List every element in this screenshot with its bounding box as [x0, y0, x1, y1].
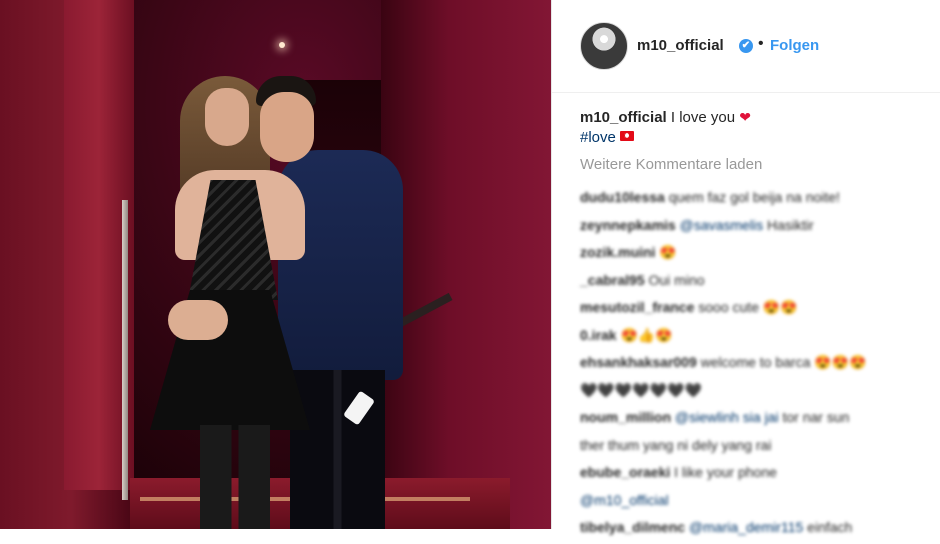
comment-text: quem faz gol beija na noite! — [668, 189, 840, 205]
post-caption: m10_official I love you ❤ — [580, 106, 920, 129]
comment-mention[interactable]: @maria_demir115 — [689, 519, 803, 535]
comment-emoji: 🖤🖤🖤🖤🖤🖤🖤 — [580, 381, 703, 398]
username-link[interactable]: m10_official — [637, 37, 724, 54]
comment-username[interactable]: tibelya_dilmenc — [580, 519, 685, 535]
comment-username[interactable]: zozik.muini — [580, 244, 655, 260]
comment-item: zozik.muini 😍 — [580, 241, 930, 263]
comment-item: _cabral95 Oui mino — [580, 269, 930, 291]
comment-item: tibelya_dilmenc @maria_demir115 einfach — [580, 516, 930, 538]
load-more-comments-button[interactable]: Weitere Kommentare laden — [580, 156, 762, 173]
turkey-flag-icon — [619, 131, 634, 141]
comment-item: dudu10lessa quem faz gol beija na noite! — [580, 186, 930, 208]
comment-text: Oui mino — [648, 271, 705, 288]
post-side-panel: m10_official ✔ • Folgen m10_official I l… — [551, 0, 940, 535]
photo-ceiling-light — [279, 42, 285, 48]
follow-button[interactable]: Folgen — [770, 37, 819, 54]
caption-text: I love you — [670, 109, 736, 126]
separator-dot: • — [758, 35, 764, 52]
caption-hashtag-line: #love — [580, 127, 634, 149]
comment-text: einfach — [807, 519, 853, 535]
comment-text: Hasiktir — [766, 216, 814, 233]
comment-text: sooo cute — [698, 299, 759, 315]
comment-username[interactable]: _cabral95 — [580, 272, 645, 288]
comment-mention[interactable]: @savasmelis — [680, 217, 763, 233]
comment-username[interactable]: 0.irak — [580, 327, 617, 343]
photo-man-legs — [290, 370, 385, 529]
photo-rail — [122, 200, 128, 500]
hashtag-link[interactable]: #love — [580, 129, 616, 146]
comment-item: ehsankhaksar009 welcome to barca 😍😍😍 — [580, 351, 930, 373]
comment-username[interactable]: ebube_oraeki — [580, 464, 670, 480]
comment-item: zeynnepkamis @savasmelis Hasiktir — [580, 214, 930, 236]
comment-item: 🖤🖤🖤🖤🖤🖤🖤 — [580, 379, 930, 401]
comment-item: mesutozil_france sooo cute 😍😍 — [580, 296, 930, 318]
comment-text: tor nar sun — [782, 409, 850, 425]
comment-emoji: 😍 — [659, 244, 677, 260]
comment-text: welcome to barca — [700, 354, 811, 370]
comment-item: 0.irak 😍👍😍 — [580, 324, 930, 346]
photo-wall-right — [381, 0, 551, 529]
comment-emoji: 😍👍😍 — [620, 326, 673, 343]
comment-emoji: 😍😍😍 — [814, 354, 867, 370]
verified-badge-icon: ✔ — [739, 39, 753, 53]
avatar[interactable] — [580, 22, 628, 70]
post-photo[interactable] — [0, 0, 551, 529]
comment-username[interactable]: dudu10lessa — [580, 189, 665, 205]
comment-item: ther thum yang ni dely yang rai — [580, 434, 930, 456]
comment-username[interactable]: ehsankhaksar009 — [580, 354, 697, 370]
photo-man-face — [260, 92, 314, 162]
photo-woman-face — [205, 88, 249, 146]
photo-man-torso — [278, 150, 403, 380]
comment-username[interactable]: mesutozil_france — [580, 299, 694, 315]
comment-text: I like your phone — [674, 464, 777, 480]
post-header: m10_official ✔ • Folgen — [552, 0, 940, 93]
comment-item: @m10_official — [580, 489, 930, 511]
comment-text: ther thum yang ni dely yang rai — [580, 436, 772, 453]
photo-woman-legs — [200, 425, 270, 529]
comment-item: ebube_oraeki I like your phone — [580, 461, 930, 483]
comment-mention[interactable]: @siewlinh sia jai — [675, 409, 779, 425]
photo-woman-arms — [168, 300, 228, 340]
heart-icon: ❤ — [739, 109, 752, 125]
comments-list: dudu10lessa quem faz gol beija na noite!… — [580, 186, 930, 544]
comment-emoji: 😍😍 — [762, 299, 798, 315]
caption-username[interactable]: m10_official — [580, 109, 667, 126]
comment-username[interactable]: noum_million — [580, 409, 671, 425]
comment-mention[interactable]: @m10_official — [580, 492, 669, 508]
comment-username[interactable]: zeynnepkamis — [580, 217, 676, 233]
comment-item: noum_million @siewlinh sia jai tor nar s… — [580, 406, 930, 428]
